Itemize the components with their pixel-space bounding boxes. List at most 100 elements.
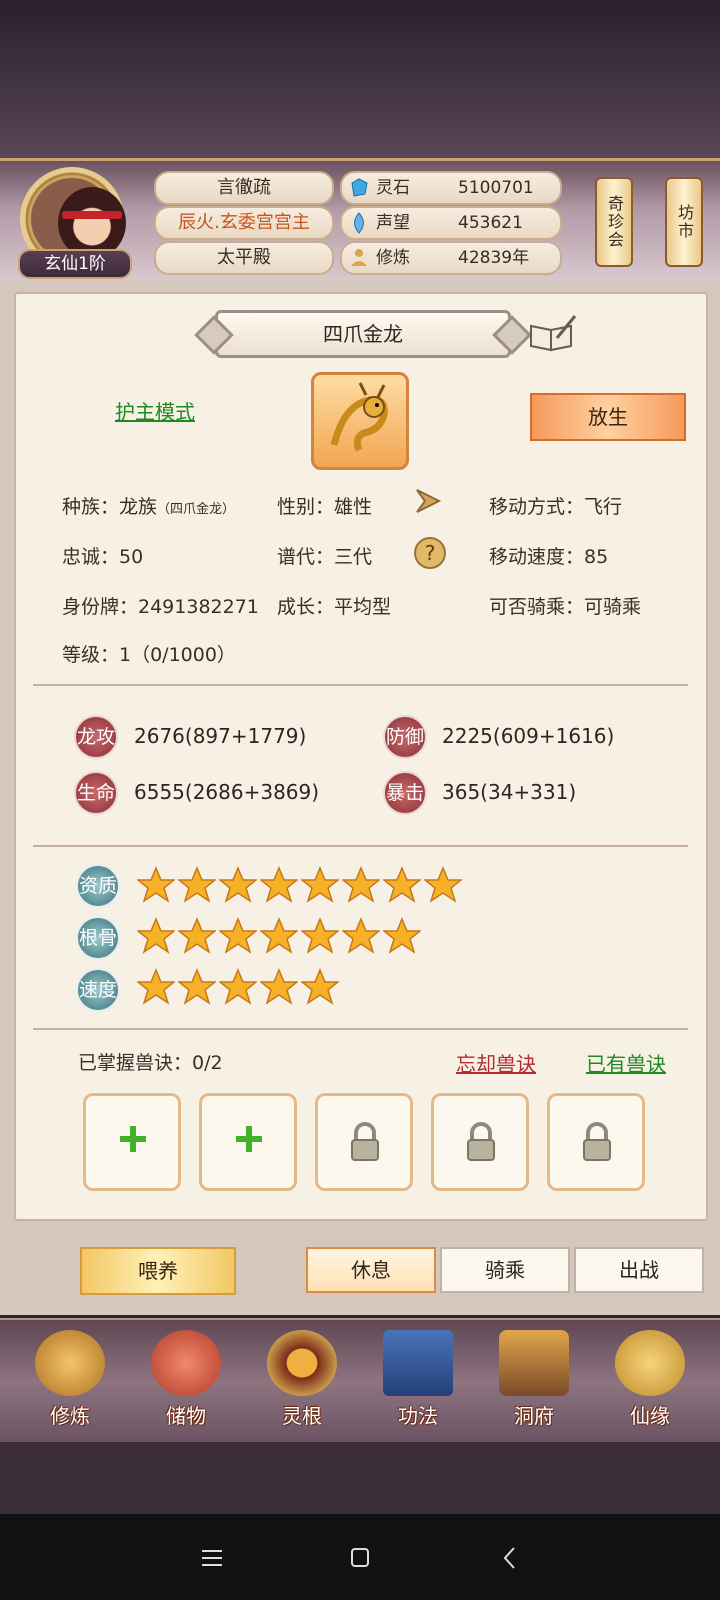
palace-icon <box>499 1330 569 1396</box>
id-tag-info: 身份牌：2491382271 <box>62 596 259 618</box>
star-icon <box>176 866 218 904</box>
move-speed-info: 移动速度：85 <box>489 546 609 568</box>
critical-icon: 暴击 <box>383 771 427 815</box>
star-icon <box>176 968 218 1006</box>
nav-label: 灵根 <box>282 1404 322 1428</box>
skill-mastered-label: 已掌握兽诀：0/2 <box>78 1052 223 1074</box>
ride-button[interactable]: 骑乘 <box>440 1247 570 1293</box>
plus-icon <box>236 1126 262 1152</box>
player-name: 言徹疏 <box>154 171 334 205</box>
divider <box>33 845 688 847</box>
defense-icon: 防御 <box>383 715 427 759</box>
star-icon <box>176 917 218 955</box>
lock-icon <box>467 1122 495 1161</box>
star-icon <box>299 968 341 1006</box>
book-icon <box>383 1330 453 1396</box>
move-type-info: 移动方式：飞行 <box>489 496 623 518</box>
resource-spirit-stone: 灵石 5100701 <box>340 171 562 205</box>
nav-skills[interactable]: 功法 <box>368 1330 468 1440</box>
star-icon <box>135 968 177 1006</box>
race-sub: （四爪金龙） <box>157 502 236 517</box>
plus-icon <box>120 1126 146 1152</box>
gender-arrow-icon[interactable] <box>413 486 447 516</box>
battle-button[interactable]: 出战 <box>574 1247 704 1293</box>
reputation-icon <box>354 212 364 234</box>
owned-skill-link[interactable]: 已有兽诀 <box>586 1048 666 1077</box>
defense-value: 2225(609+1616) <box>442 724 615 748</box>
monk-icon <box>35 1330 105 1396</box>
star-icon <box>217 968 259 1006</box>
resource-value: 453621 <box>458 213 523 233</box>
nav-cultivate[interactable]: 修炼 <box>20 1330 120 1440</box>
skill-slot-add[interactable] <box>83 1093 181 1191</box>
health-icon: 生命 <box>74 771 118 815</box>
nav-cave[interactable]: 洞府 <box>484 1330 584 1440</box>
pet-name-title: 四爪金龙 <box>215 310 511 358</box>
nav-storage[interactable]: 储物 <box>136 1330 236 1440</box>
star-icon <box>258 968 300 1006</box>
loyalty-info: 忠诚：50 <box>62 546 144 568</box>
star-icon <box>299 866 341 904</box>
rest-button[interactable]: 休息 <box>306 1247 436 1293</box>
critical-value: 365(34+331) <box>442 780 577 804</box>
star-icon <box>299 917 341 955</box>
player-hall: 太平殿 <box>154 241 334 275</box>
growth-info: 成长：平均型 <box>277 596 392 618</box>
star-icon <box>258 917 300 955</box>
divider <box>33 1028 688 1030</box>
cultivation-icon <box>351 249 367 266</box>
resource-value: 5100701 <box>458 178 534 198</box>
treasure-fair-button[interactable]: 奇珍会 <box>595 177 633 267</box>
bone-stars <box>135 917 424 955</box>
resource-label: 修炼 <box>376 248 410 268</box>
menu-icon[interactable] <box>192 1540 232 1576</box>
star-icon <box>340 917 382 955</box>
lock-icon <box>583 1122 611 1161</box>
golden-dragon-icon <box>330 382 388 452</box>
release-button[interactable]: 放生 <box>530 393 686 441</box>
star-icon <box>217 866 259 904</box>
book-quill-icon[interactable] <box>527 314 577 354</box>
home-icon[interactable] <box>340 1540 380 1576</box>
health-value: 6555(2686+3869) <box>134 780 320 804</box>
nav-label: 仙缘 <box>630 1404 670 1428</box>
feed-button[interactable]: 喂养 <box>80 1247 236 1295</box>
market-button[interactable]: 坊市 <box>665 177 703 267</box>
star-icon <box>258 866 300 904</box>
divider <box>33 684 688 686</box>
skill-slot-locked[interactable] <box>315 1093 413 1191</box>
aptitude-icon: 资质 <box>76 864 120 908</box>
pet-portrait <box>311 372 409 470</box>
bottom-background <box>0 1442 720 1514</box>
guard-mode-link[interactable]: 护主模式 <box>115 396 195 425</box>
star-icon <box>422 866 464 904</box>
skill-slot-locked[interactable] <box>431 1093 529 1191</box>
avatar-headband <box>62 211 122 219</box>
nav-label: 修炼 <box>50 1404 90 1428</box>
attack-value: 2676(897+1779) <box>134 724 307 748</box>
forget-skill-link[interactable]: 忘却兽诀 <box>456 1048 536 1077</box>
skill-slot-add[interactable] <box>199 1093 297 1191</box>
resource-value: 42839年 <box>458 248 530 268</box>
aptitude-stars <box>135 866 465 904</box>
top-background <box>0 0 720 160</box>
skill-slot-locked[interactable] <box>547 1093 645 1191</box>
nav-spirit-root[interactable]: 灵根 <box>252 1330 352 1440</box>
nav-label: 功法 <box>398 1404 438 1428</box>
bottom-nav: 修炼 储物 灵根 功法 洞府 仙缘 <box>0 1318 720 1444</box>
player-title: 辰火.玄委宫宫主 <box>154 206 334 240</box>
svg-text:?: ? <box>425 541 436 565</box>
spirit-root-icon <box>267 1330 337 1396</box>
player-header: 玄仙1阶 言徹疏 辰火.玄委宫宫主 太平殿 灵石 5100701 声望 4536… <box>0 158 720 283</box>
back-icon[interactable] <box>490 1540 530 1576</box>
rank-badge: 玄仙1阶 <box>18 249 132 279</box>
help-icon[interactable]: ? <box>413 536 447 570</box>
attack-icon: 龙攻 <box>74 715 118 759</box>
star-icon <box>340 866 382 904</box>
resource-cultivation: 修炼 42839年 <box>340 241 562 275</box>
race-info: 种族：龙族（四爪金龙） <box>62 492 235 519</box>
spirit-stone-icon <box>351 178 368 197</box>
race-value: 龙族 <box>119 496 158 518</box>
level-info: 等级：1（0/1000） <box>62 644 236 666</box>
nav-fortune[interactable]: 仙缘 <box>600 1330 700 1440</box>
